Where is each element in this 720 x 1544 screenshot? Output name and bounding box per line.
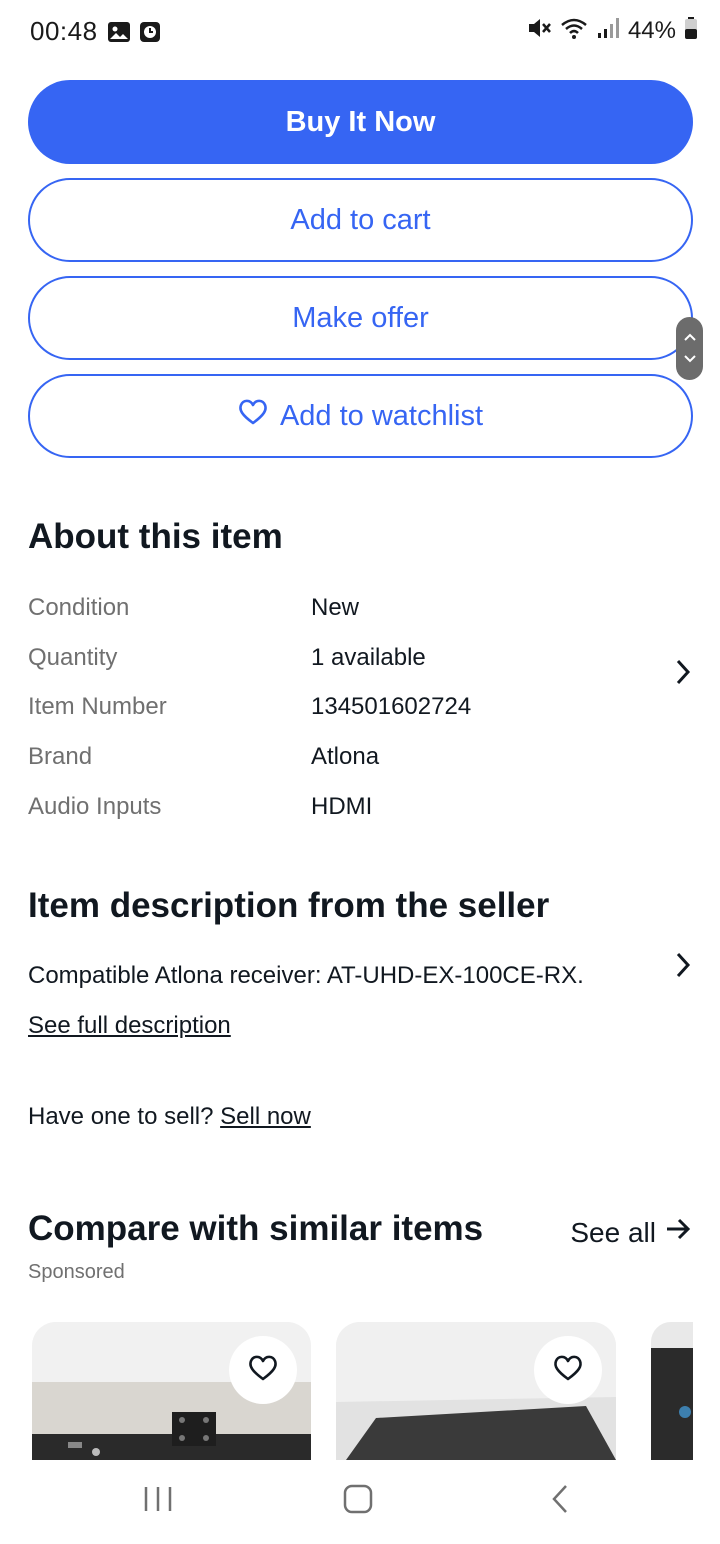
system-nav-bar [0,1460,720,1544]
battery-icon [684,16,698,45]
spec-row-condition: Condition New [28,594,668,634]
signal-icon [596,16,620,45]
similar-item-card[interactable] [32,1322,311,1460]
chevron-down-icon [683,351,697,369]
wifi-icon [560,16,588,45]
similar-item-card[interactable] [651,1322,693,1460]
scroll-handle[interactable] [676,317,703,380]
description-chevron-right-icon[interactable] [672,950,694,985]
compare-heading: Compare with similar items [28,1209,484,1248]
favorite-button[interactable] [229,1336,297,1404]
product-image [651,1322,693,1460]
sponsored-label: Sponsored [28,1261,125,1283]
spec-label: Condition [28,594,130,621]
buy-it-now-label: Buy It Now [285,105,436,138]
add-to-cart-label: Add to cart [290,203,431,236]
spec-value: HDMI [311,793,373,820]
heart-icon [553,1354,583,1387]
sell-now-link[interactable]: Sell now [220,1103,311,1130]
heart-icon [238,398,280,434]
buy-it-now-button[interactable]: Buy It Now [28,80,693,164]
spec-row-item-number: Item Number 134501602724 [28,693,668,733]
spec-row-quantity: Quantity 1 available [28,644,668,684]
see-all-link[interactable]: See all [570,1216,692,1249]
add-to-watchlist-label: Add to watchlist [279,399,484,432]
mute-icon [526,16,552,45]
spec-label: Item Number [28,693,167,720]
spec-row-audio-inputs: Audio Inputs HDMI [28,793,668,833]
arrow-right-icon [664,1216,692,1249]
gallery-icon [107,20,131,49]
clock-icon [139,20,161,49]
see-all-label: See all [570,1216,656,1248]
description-snippet: Compatible Atlona receiver: AT-UHD-EX-10… [28,962,584,989]
chevron-up-icon [683,329,697,347]
spec-value: Atlona [311,743,380,770]
about-item-heading: About this item [28,517,283,556]
similar-item-card[interactable] [336,1322,616,1460]
home-icon[interactable] [343,1484,373,1519]
status-bar: 00:48 44% [0,0,720,64]
back-icon[interactable] [548,1484,572,1519]
spec-label: Audio Inputs [28,793,162,820]
spec-label: Brand [28,743,93,770]
spec-label: Quantity [28,644,118,671]
heart-icon [248,1354,278,1387]
sell-prompt: Have one to sell? Sell now [28,1103,311,1131]
spec-value: 134501602724 [311,693,472,720]
item-description-heading: Item description from the seller [28,886,550,925]
sell-prompt-text: Have one to sell? [28,1103,214,1130]
spec-row-brand: Brand Atlona [28,743,668,783]
about-item-chevron-right-icon[interactable] [672,657,694,692]
status-time: 00:48 [30,16,98,46]
favorite-button[interactable] [534,1336,602,1404]
spec-value: New [311,594,360,621]
see-full-description-link[interactable]: See full description [28,1012,231,1040]
recent-apps-icon[interactable] [143,1484,173,1519]
add-to-cart-button[interactable]: Add to cart [28,178,693,262]
add-to-watchlist-button[interactable]: Add to watchlist [28,374,693,458]
battery-percent: 44% [627,16,676,44]
make-offer-button[interactable]: Make offer [28,276,693,360]
make-offer-label: Make offer [292,301,429,334]
spec-value: 1 available [311,644,426,671]
